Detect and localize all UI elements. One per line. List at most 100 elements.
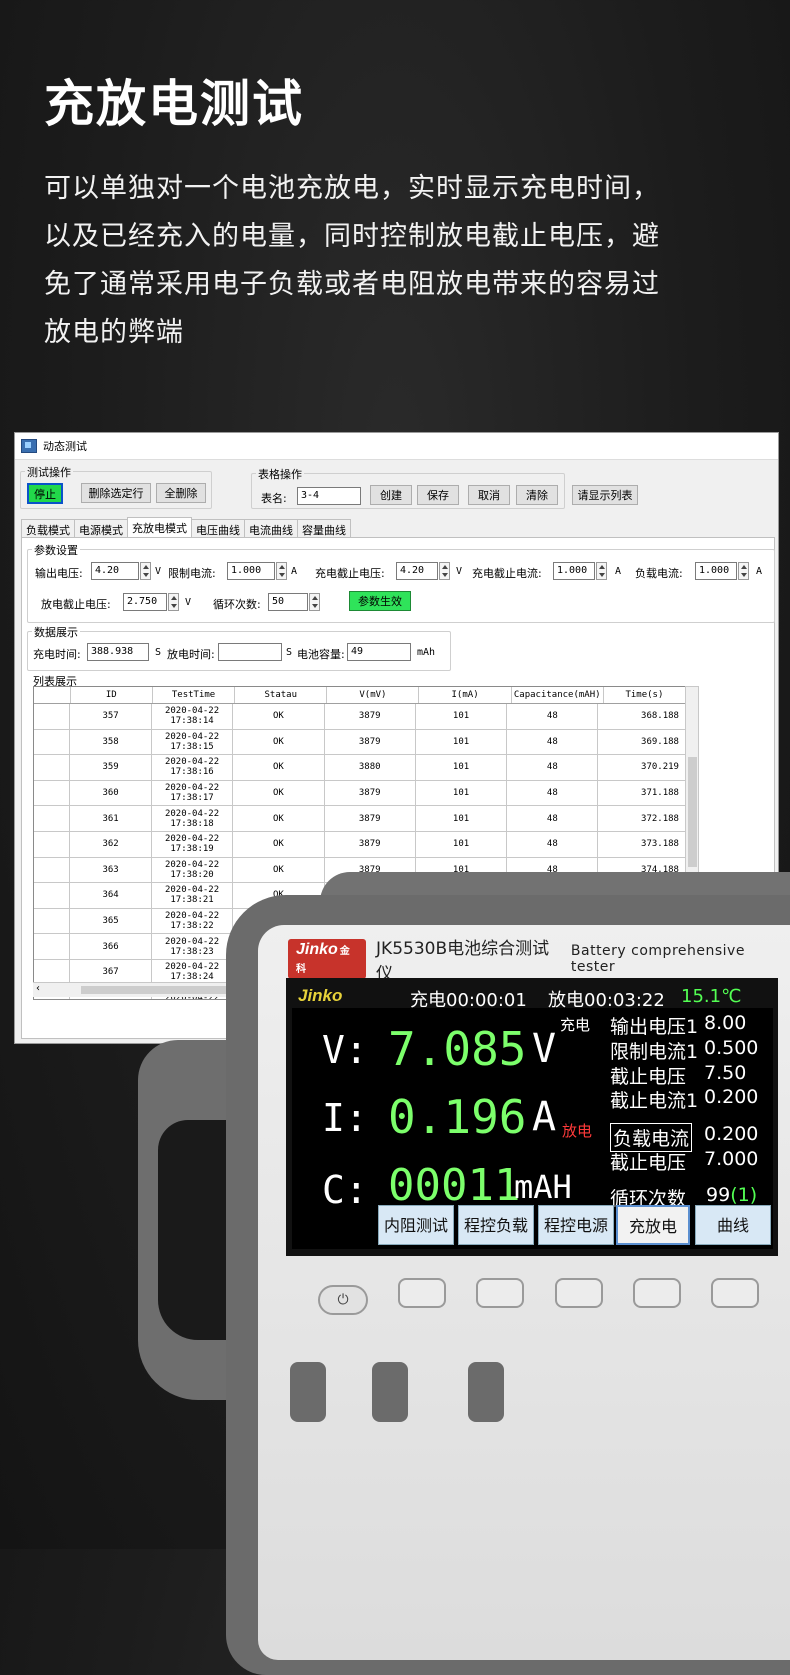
delete-selected-button[interactable]: 删除选定行 <box>81 483 151 503</box>
load-current-unit: A <box>756 566 763 577</box>
hardware-key-3[interactable] <box>555 1278 603 1308</box>
table-row[interactable]: 357 2020-04-22 17:38:14 OK 3879 101 48 368.188 <box>34 704 686 730</box>
cell-id: 357 <box>70 704 152 729</box>
cell-voltage: 3879 <box>325 806 416 831</box>
title-bar: 动态测试 <box>15 433 778 460</box>
table-row[interactable]: 360 2020-04-22 17:38:17 OK 3879 101 48 371.188 <box>34 780 686 807</box>
cell-capacitance: 48 <box>507 806 599 831</box>
column-header-capacitance[interactable]: Capacitance(mAH) <box>512 687 604 703</box>
hardware-key-2[interactable] <box>476 1278 524 1308</box>
cancel-button[interactable]: 取消 <box>468 485 510 505</box>
stop-button[interactable]: 停止 <box>27 483 63 504</box>
cell-testtime: 2020-04-22 17:38:17 <box>152 780 234 806</box>
output-voltage-input[interactable]: 4.20 <box>91 562 139 580</box>
cell-date: 2020-04-22 <box>164 808 220 819</box>
cycles-label: 循环次数: <box>213 598 261 611</box>
column-header-id[interactable]: ID <box>71 687 153 703</box>
limit-current-spinner[interactable] <box>276 562 287 580</box>
cell-current: 101 <box>416 755 508 780</box>
apply-params-button[interactable]: 参数生效 <box>349 591 411 611</box>
charge-time-label: 充电时间: <box>33 648 81 661</box>
cell-id: 361 <box>70 806 152 831</box>
clear-button[interactable]: 清除 <box>516 485 558 505</box>
row-selector <box>34 831 71 857</box>
cell-time: 369.188 <box>598 729 686 755</box>
row-selector <box>34 806 71 831</box>
device-model-en: Battery comprehensive tester <box>570 943 745 975</box>
table-row[interactable]: 358 2020-04-22 17:38:15 OK 3879 101 48 369.188 <box>34 729 686 756</box>
save-button[interactable]: 保存 <box>417 485 459 505</box>
charge-cutoff-voltage-label: 充电截止电压: <box>315 567 385 580</box>
cell-testtime: 2020-04-22 17:38:15 <box>152 729 234 755</box>
hardware-key-5[interactable] <box>711 1278 759 1308</box>
screen-logo: Jinko <box>298 986 343 1005</box>
table-row[interactable]: 362 2020-04-22 17:38:19 OK 3879 101 48 373.188 <box>34 831 686 858</box>
delete-all-button[interactable]: 全删除 <box>156 483 206 503</box>
cell-testtime: 2020-04-22 17:38:14 <box>152 704 234 729</box>
cell-date: 2020-04-22 <box>164 706 220 717</box>
column-header-time[interactable]: Time(s) <box>604 687 686 703</box>
cell-clock: 17:38:16 <box>170 767 214 778</box>
cell-clock: 17:38:21 <box>170 895 214 906</box>
limit-current-unit: A <box>291 566 298 577</box>
cell-date: 2020-04-22 <box>164 859 220 870</box>
param-value: 7.000 <box>704 1148 759 1170</box>
table-row[interactable]: 359 2020-04-22 17:38:16 OK 3880 101 48 370.219 <box>34 755 686 781</box>
scroll-left-icon[interactable]: ‹ <box>36 983 40 994</box>
column-header-current[interactable]: I(mA) <box>419 687 512 703</box>
row-selector <box>34 704 71 729</box>
param-label: 输出电压1 <box>610 1016 699 1038</box>
power-icon: ⏻ <box>337 1292 349 1308</box>
discharge-cutoff-voltage-input[interactable]: 2.750 <box>123 593 167 611</box>
app-icon <box>21 439 37 453</box>
charge-cutoff-voltage-spinner[interactable] <box>439 562 450 580</box>
cell-time: 368.188 <box>598 704 686 729</box>
create-button[interactable]: 创建 <box>370 485 412 505</box>
softkey-charge-discharge[interactable]: 充放电 <box>616 1205 690 1245</box>
softkey-programmable-power[interactable]: 程控电源 <box>538 1205 614 1245</box>
scroll-thumb[interactable] <box>688 757 697 867</box>
load-current-spinner[interactable] <box>738 562 749 580</box>
brand-logo: Jinko 金科 <box>288 939 367 979</box>
charge-cutoff-current-spinner[interactable] <box>596 562 607 580</box>
cell-date: 2020-04-22 <box>164 731 220 742</box>
cycles-input[interactable]: 50 <box>268 593 308 611</box>
load-current-label: 负载电流: <box>635 567 683 580</box>
softkey-curve[interactable]: 曲线 <box>695 1205 771 1245</box>
charge-time-unit: S <box>155 647 162 658</box>
cycles-total: 99 <box>706 1184 731 1206</box>
param-value: 0.500 <box>704 1037 759 1059</box>
softkey-internal-resistance[interactable]: 内阻测试 <box>378 1205 454 1245</box>
charge-cutoff-voltage-input[interactable]: 4.20 <box>396 562 438 580</box>
capacity-field: 49 <box>347 643 411 661</box>
limit-current-input[interactable]: 1.000 <box>227 562 275 580</box>
cell-capacitance: 48 <box>507 729 599 755</box>
cell-testtime: 2020-04-22 17:38:16 <box>152 755 234 780</box>
hardware-key-1[interactable] <box>398 1278 446 1308</box>
load-current-input[interactable]: 1.000 <box>695 562 737 580</box>
column-header-status[interactable]: Statau <box>235 687 328 703</box>
column-header-voltage[interactable]: V(mV) <box>327 687 420 703</box>
cell-clock: 17:38:14 <box>170 716 214 727</box>
column-header-testtime[interactable]: TestTime <box>153 687 236 703</box>
discharge-cutoff-voltage-unit: V <box>185 597 192 608</box>
output-voltage-unit: V <box>155 566 162 577</box>
cycles-spinner[interactable] <box>309 593 320 611</box>
show-list-button[interactable]: 请显示列表 <box>572 485 638 505</box>
charge-cutoff-current-input[interactable]: 1.000 <box>553 562 595 580</box>
table-row[interactable]: 361 2020-04-22 17:38:18 OK 3879 101 48 372.188 <box>34 806 686 832</box>
table-name-input[interactable]: 3-4 <box>297 487 361 505</box>
cell-clock: 17:38:24 <box>170 972 214 983</box>
discharge-cutoff-voltage-spinner[interactable] <box>168 593 179 611</box>
description-line: 可以单独对一个电池充放电，实时显示充电时间， <box>44 173 660 204</box>
cell-id: 367 <box>70 959 152 985</box>
row-selector <box>34 883 71 908</box>
hardware-key-4[interactable] <box>633 1278 681 1308</box>
screen-status-bar: Jinko 充电00:00:01 放电00:03:22 15.1℃ <box>292 983 773 1011</box>
column-header[interactable] <box>34 687 71 703</box>
softkey-programmable-load[interactable]: 程控负载 <box>458 1205 534 1245</box>
voltage-value: 7.085 <box>388 1022 527 1076</box>
power-button[interactable]: ⏻ <box>318 1285 368 1315</box>
device-model: JK5530B电池综合测试仪 <box>376 939 550 984</box>
output-voltage-spinner[interactable] <box>140 562 151 580</box>
